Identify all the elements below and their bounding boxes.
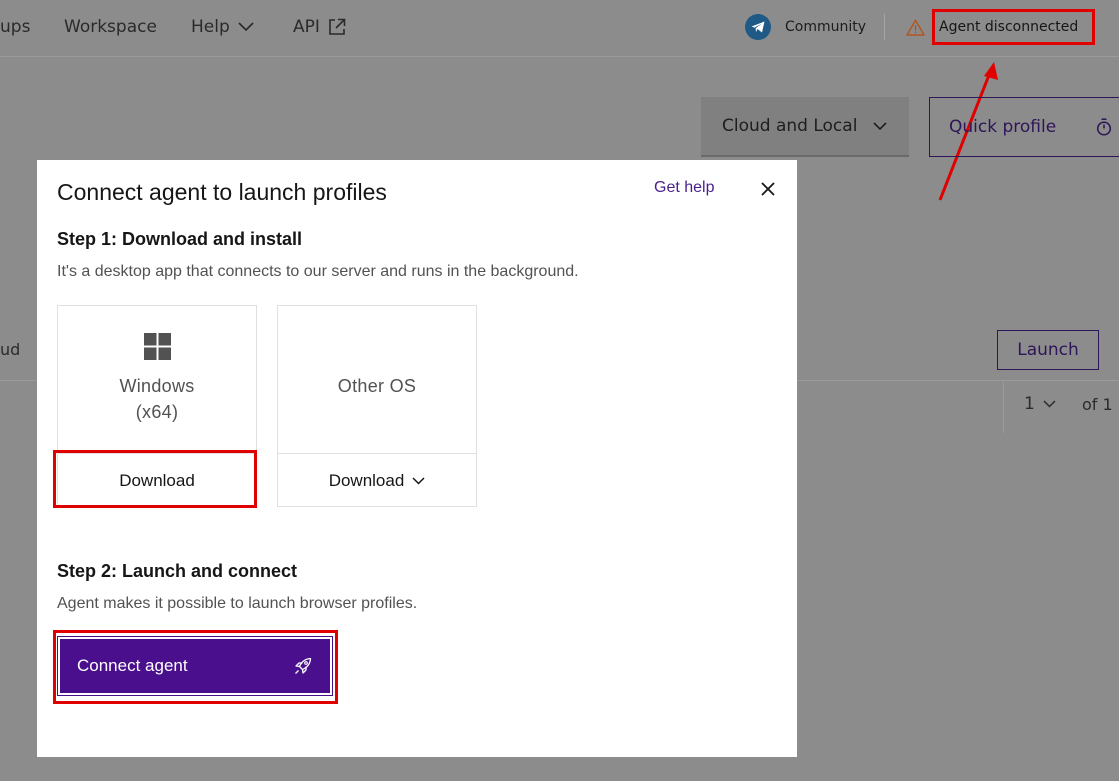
windows-icon	[144, 333, 171, 360]
page-count-label: of 1 p	[1082, 395, 1119, 414]
os-card-other: Other OS Download	[277, 305, 477, 507]
step1-description: It's a desktop app that connects to our …	[57, 263, 579, 280]
annotation-highlight-download	[53, 450, 257, 508]
stopwatch-icon	[1096, 118, 1112, 136]
nav-item-api-label: API	[293, 17, 320, 37]
warning-icon	[906, 19, 925, 36]
page-select-value: 1	[1024, 394, 1035, 414]
chevron-down-icon	[238, 22, 254, 32]
step2-description: Agent makes it possible to launch browse…	[57, 595, 418, 612]
os-card-other-label: Other OS	[337, 376, 417, 396]
telegram-icon	[745, 14, 771, 40]
launch-button-label: Launch	[1017, 340, 1079, 360]
nav-item-help[interactable]: Help	[191, 15, 254, 39]
pagination-divider	[1003, 381, 1004, 433]
modal-title: Connect agent to launch profiles	[57, 179, 387, 205]
chevron-down-icon	[1043, 400, 1056, 408]
storage-mode-select[interactable]: Cloud and Local	[701, 97, 909, 157]
quick-profile-label: Quick profile	[949, 117, 1057, 137]
storage-mode-value: Cloud and Local	[722, 116, 858, 136]
community-link[interactable]: Community	[745, 13, 866, 41]
partial-tab-label: ud	[0, 340, 21, 359]
chevron-down-icon	[873, 121, 887, 131]
os-card-windows-label: Windows (x64)	[119, 376, 195, 422]
nav-item-workspace[interactable]: Workspace	[64, 15, 157, 39]
nav-item-groups[interactable]: ups	[0, 15, 30, 39]
annotation-highlight-connect	[53, 630, 338, 704]
header-divider	[884, 14, 885, 40]
get-help-link[interactable]: Get help	[654, 179, 714, 197]
download-other-os-label: Download	[328, 470, 405, 490]
download-other-os-button[interactable]: Download	[278, 453, 476, 507]
nav-item-help-label: Help	[191, 17, 230, 37]
page-select[interactable]: 1	[1024, 394, 1056, 414]
annotation-highlight-agent-status	[932, 9, 1095, 45]
quick-profile-button[interactable]: Quick profile	[929, 97, 1119, 157]
nav-item-api[interactable]: API	[293, 15, 346, 39]
nav-item-groups-label: ups	[0, 17, 31, 37]
step1-heading: Step 1: Download and install	[57, 229, 303, 249]
step2-heading: Step 2: Launch and connect	[57, 561, 298, 581]
close-icon[interactable]	[759, 180, 777, 198]
community-label: Community	[785, 19, 867, 35]
launch-button[interactable]: Launch	[997, 330, 1099, 370]
chevron-down-icon	[412, 476, 425, 485]
external-link-icon	[328, 18, 346, 36]
nav-item-workspace-label: Workspace	[64, 17, 157, 37]
